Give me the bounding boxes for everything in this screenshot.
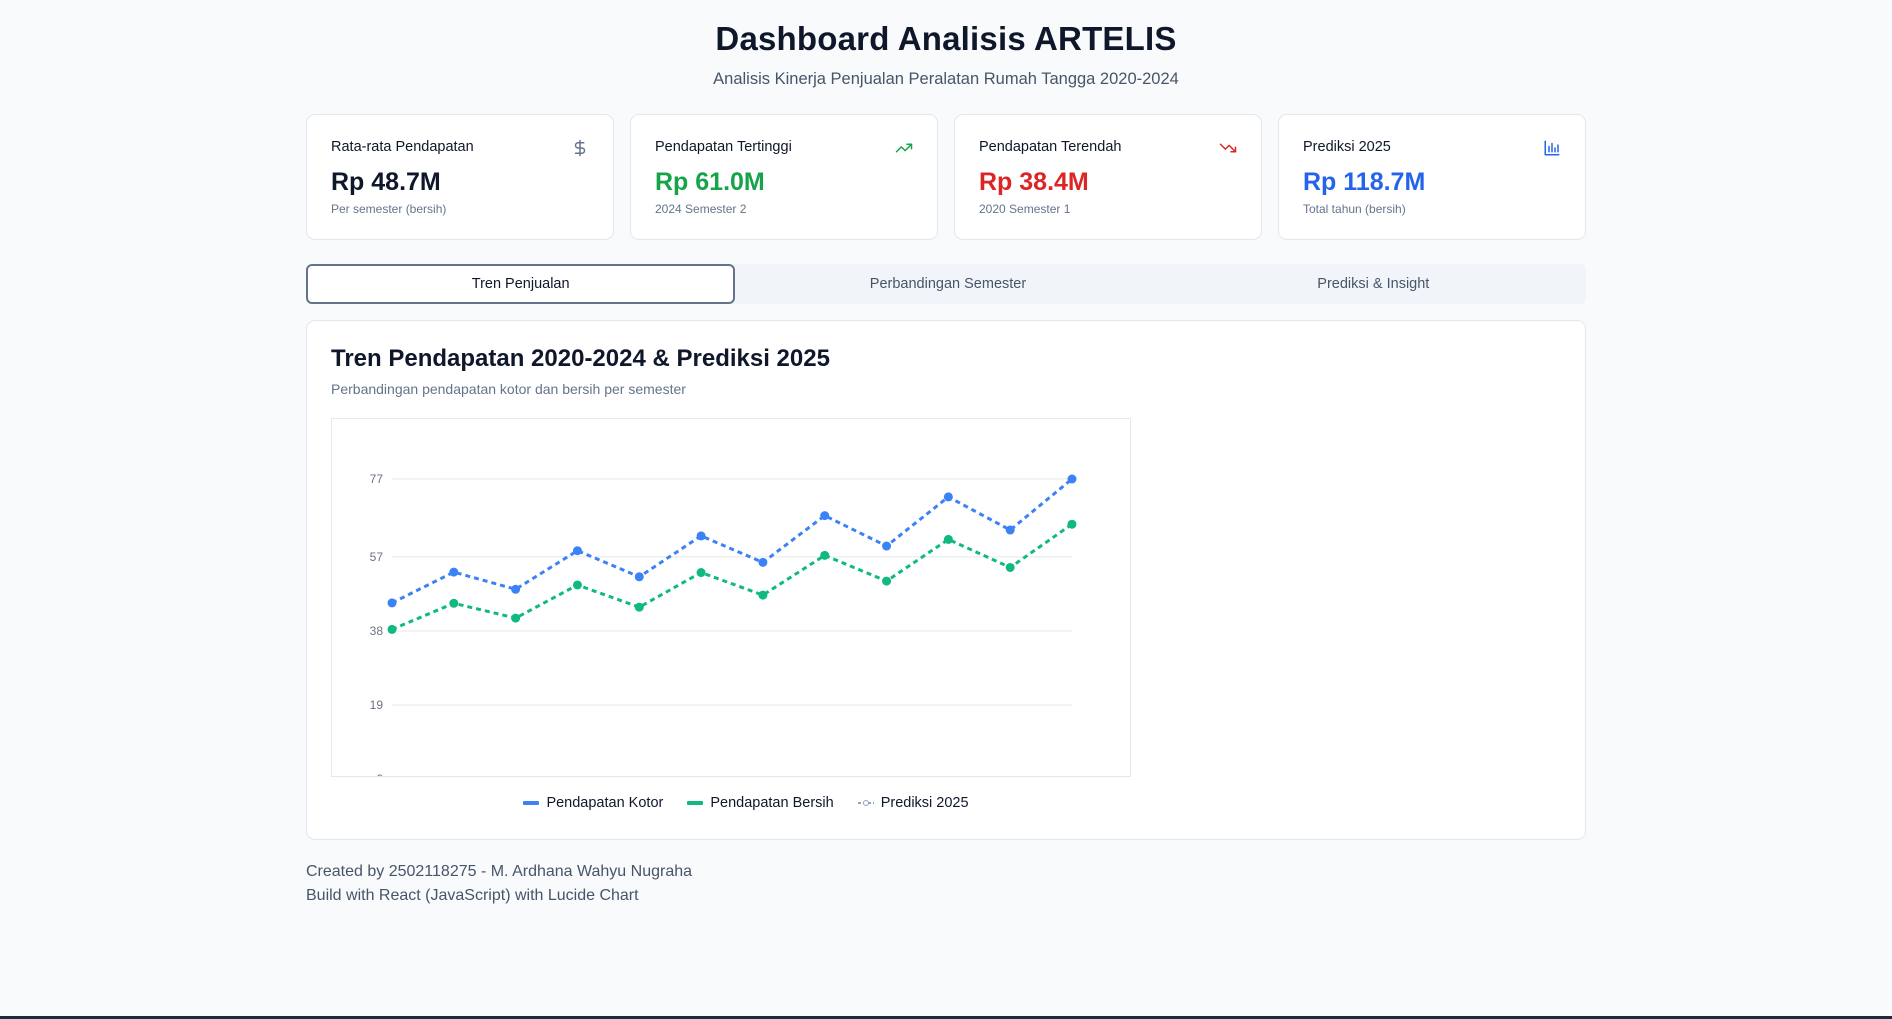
y-tick-label: 19 [370,698,384,712]
chart-subtitle: Perbandingan pendapatan kotor dan bersih… [331,381,686,397]
y-tick-label: 57 [370,550,384,564]
card-value: Rp 48.7M [331,168,441,196]
legend-swatch-prediction [857,800,874,806]
data-point[interactable] [634,572,644,582]
data-point[interactable] [511,584,521,594]
data-point[interactable] [696,568,706,578]
data-point[interactable] [449,567,459,577]
card-value: Rp 38.4M [979,168,1089,196]
card-subtext: Total tahun (bersih) [1303,202,1406,216]
card-subtext: Per semester (bersih) [331,202,447,216]
card-value: Rp 61.0M [655,168,765,196]
data-point[interactable] [696,531,706,541]
footer-credit: Created by 2502118275 - M. Ardhana Wahyu… [306,863,693,880]
data-point[interactable] [449,598,459,608]
chart-legend: Pendapatan Kotor Pendapatan Bersih Predi… [307,795,1585,811]
data-point[interactable] [1067,519,1077,529]
legend-label: Pendapatan Bersih [710,795,834,811]
stat-card-highest: Pendapatan Tertinggi Rp 61.0M 2024 Semes… [630,114,938,240]
card-label: Rata-rata Pendapatan [331,139,474,155]
legend-item-gross[interactable]: Pendapatan Kotor [523,795,663,811]
card-value: Rp 118.7M [1303,168,1426,196]
bar-chart-icon [1544,140,1560,156]
data-point[interactable] [634,602,644,612]
legend-item-net[interactable]: Pendapatan Bersih [687,795,834,811]
legend-label: Pendapatan Kotor [546,795,664,811]
legend-label: Prediksi 2025 [880,795,969,811]
series-line-1 [391,522,1073,631]
legend-swatch-net [687,801,704,805]
data-point[interactable] [820,511,830,521]
card-subtext: 2024 Semester 2 [655,202,747,216]
data-point[interactable] [943,534,953,544]
line-chart: 77 57 38 19 0 [370,472,1077,777]
y-tick-label: 77 [370,472,384,486]
dollar-icon [574,139,586,157]
data-point[interactable] [1005,562,1015,572]
data-point[interactable] [1067,474,1077,484]
page-header: Dashboard Analisis ARTELIS Analisis Kine… [0,0,1892,89]
card-label: Pendapatan Tertinggi [655,139,792,155]
data-point[interactable] [387,598,397,608]
data-point[interactable] [943,492,953,502]
data-point[interactable] [882,541,892,551]
footer: Created by 2502118275 - M. Ardhana Wahyu… [306,860,1586,908]
chart-title: Tren Pendapatan 2020-2024 & Prediksi 202… [331,345,830,372]
y-tick-label: 0 [376,772,383,777]
stat-card-average: Rata-rata Pendapatan Rp 48.7M Per semest… [306,114,614,240]
legend-item-prediction[interactable]: Prediksi 2025 [857,795,969,811]
trending-up-icon [895,143,913,153]
y-tick-label: 38 [370,624,384,638]
data-point[interactable] [511,613,521,623]
tab-tren-penjualan[interactable]: Tren Penjualan [306,264,736,304]
stat-cards: Rata-rata Pendapatan Rp 48.7M Per semest… [306,114,1586,240]
data-point[interactable] [387,624,397,634]
data-point[interactable] [820,550,830,560]
card-label: Prediksi 2025 [1303,139,1391,155]
card-subtext: 2020 Semester 1 [979,202,1071,216]
stat-card-prediction: Prediksi 2025 Rp 118.7M Total tahun (ber… [1278,114,1586,240]
data-point[interactable] [758,557,768,567]
chart-area: 77 57 38 19 0 [331,418,1131,777]
tab-perbandingan-semester[interactable]: Perbandingan Semester [735,264,1160,304]
data-point[interactable] [758,590,768,600]
data-point[interactable] [572,580,582,590]
tab-prediksi-insight[interactable]: Prediksi & Insight [1161,264,1586,304]
stat-card-lowest: Pendapatan Terendah Rp 38.4M 2020 Semest… [954,114,1262,240]
legend-swatch-gross [523,801,540,805]
chart-panel: Tren Pendapatan 2020-2024 & Prediksi 202… [306,320,1586,840]
data-point[interactable] [572,546,582,556]
tab-list: Tren Penjualan Perbandingan Semester Pre… [306,264,1586,304]
data-point[interactable] [1005,525,1015,535]
data-point[interactable] [882,576,892,586]
page-title: Dashboard Analisis ARTELIS [715,20,1177,57]
trending-down-icon [1219,143,1237,153]
footer-build-info: Build with React (JavaScript) with Lucid… [306,887,639,904]
page-subtitle: Analisis Kinerja Penjualan Peralatan Rum… [713,70,1179,88]
card-label: Pendapatan Terendah [979,139,1122,155]
